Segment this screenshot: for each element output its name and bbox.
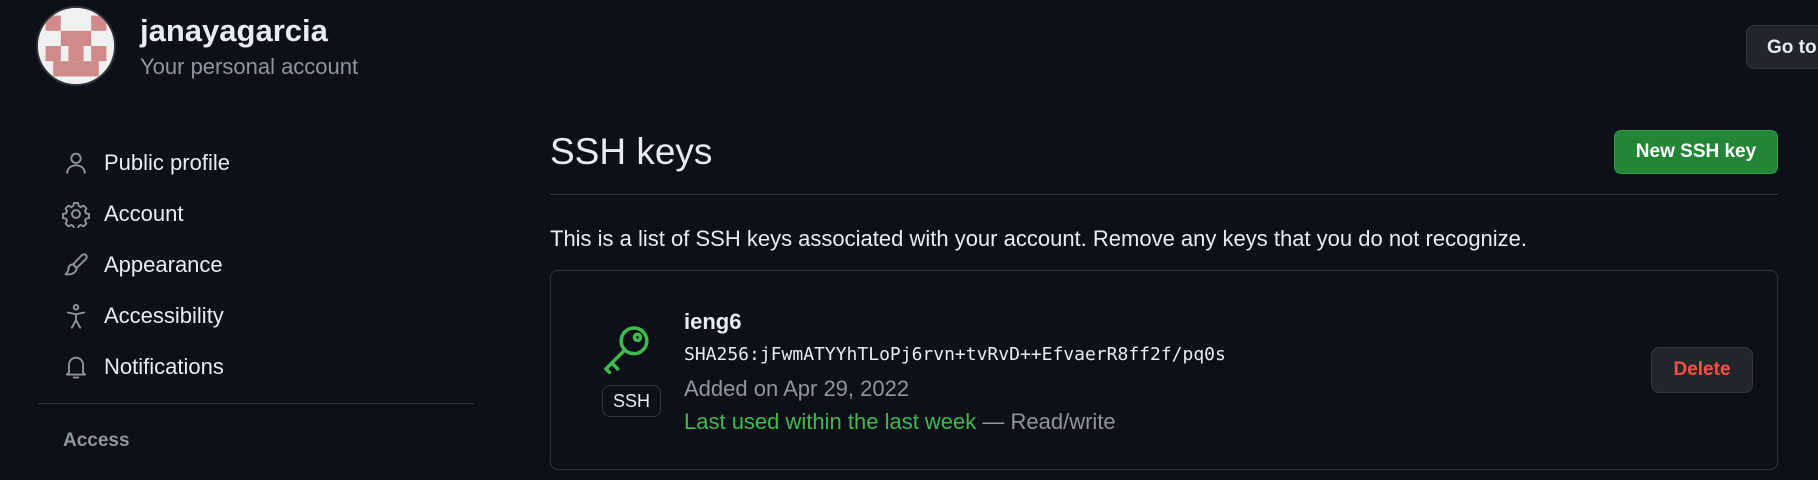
key-title: ieng6 <box>684 309 742 334</box>
sidebar-item-public-profile[interactable]: Public profile <box>38 137 474 188</box>
key-added-date: Added on Apr 29, 2022 <box>684 376 910 401</box>
sidebar-item-label: Public profile <box>104 149 230 175</box>
ssh-key-card: SSH ieng6 SHA256:jFwmATYYhTLoPj6rvn+tvRv… <box>550 270 1778 470</box>
settings-page: janayagarcia Your personal account Go to… <box>0 0 1818 480</box>
key-access-level: — Read/write <box>976 409 1116 434</box>
bell-icon <box>62 353 90 381</box>
sidebar-item-label: Accessibility <box>104 302 224 328</box>
ssh-type-badge: SSH <box>602 385 662 417</box>
sidebar-item-notifications[interactable]: Notifications <box>38 341 474 392</box>
go-to-profile-button[interactable]: Go to <box>1746 25 1818 69</box>
account-subtitle: Your personal account <box>140 54 359 79</box>
page-title: SSH keys <box>550 131 713 172</box>
key-last-used: Last used within the last week <box>684 409 977 434</box>
accessibility-icon <box>62 302 90 330</box>
sidebar-item-appearance[interactable]: Appearance <box>38 239 474 290</box>
delete-key-button[interactable]: Delete <box>1651 347 1753 393</box>
paintbrush-icon <box>62 251 90 279</box>
ssh-keys-description: This is a list of SSH keys associated wi… <box>550 226 1528 251</box>
sidebar-item-label: Notifications <box>104 353 224 379</box>
new-ssh-key-button[interactable]: New SSH key <box>1614 130 1778 174</box>
key-usage: Last used within the last week — Read/wr… <box>684 407 1116 437</box>
key-fingerprint: SHA256:jFwmATYYhTLoPj6rvn+tvRvD++EfvaerR… <box>684 344 1226 365</box>
gear-icon <box>62 200 90 228</box>
title-divider <box>550 194 1778 195</box>
sidebar-item-label: Account <box>104 200 184 226</box>
sidebar-section-heading-access: Access <box>63 430 130 451</box>
sidebar-item-label: Appearance <box>104 251 223 277</box>
username[interactable]: janayagarcia <box>140 12 328 50</box>
sidebar-divider <box>38 403 474 404</box>
sidebar-item-account[interactable]: Account <box>38 188 474 239</box>
identicon-icon <box>38 8 114 84</box>
key-icon <box>599 321 655 377</box>
settings-sidebar: Public profile Account Appearance Access… <box>38 137 474 392</box>
avatar[interactable] <box>36 6 116 86</box>
sidebar-item-accessibility[interactable]: Accessibility <box>38 290 474 341</box>
person-icon <box>62 149 90 177</box>
